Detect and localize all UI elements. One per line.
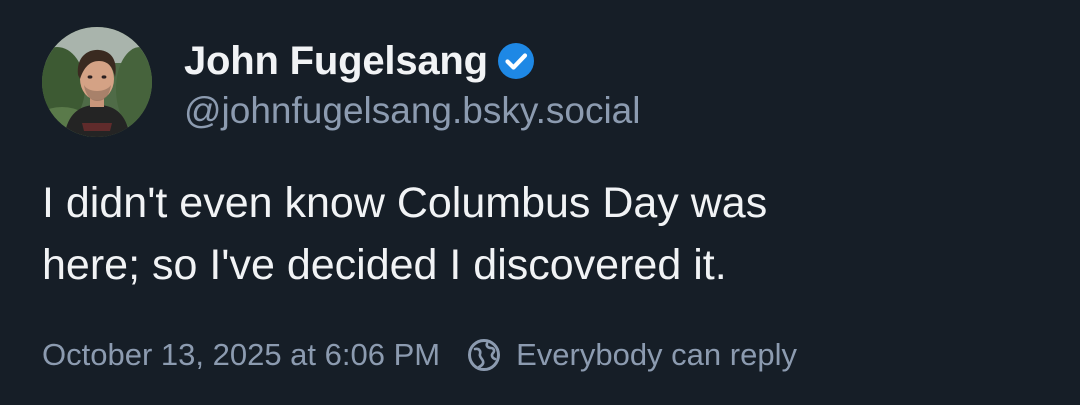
post-timestamp[interactable]: October 13, 2025 at 6:06 PM xyxy=(42,337,440,373)
author-handle[interactable]: @johnfugelsang.bsky.social xyxy=(184,90,640,132)
post-card: John Fugelsang @johnfugelsang.bsky.socia… xyxy=(0,0,1080,405)
post-meta: October 13, 2025 at 6:06 PM Everybody ca… xyxy=(42,333,797,377)
reply-settings: Everybody can reply xyxy=(466,337,797,373)
earth-icon xyxy=(466,337,502,373)
verified-check-icon[interactable] xyxy=(496,41,536,81)
avatar[interactable] xyxy=(42,27,152,137)
reply-setting-label: Everybody can reply xyxy=(516,337,797,372)
author-display-name[interactable]: John Fugelsang xyxy=(184,39,488,84)
post-text: I didn't even know Columbus Day was here… xyxy=(42,179,768,289)
avatar-photo xyxy=(42,27,152,137)
author-header: John Fugelsang xyxy=(184,36,536,86)
